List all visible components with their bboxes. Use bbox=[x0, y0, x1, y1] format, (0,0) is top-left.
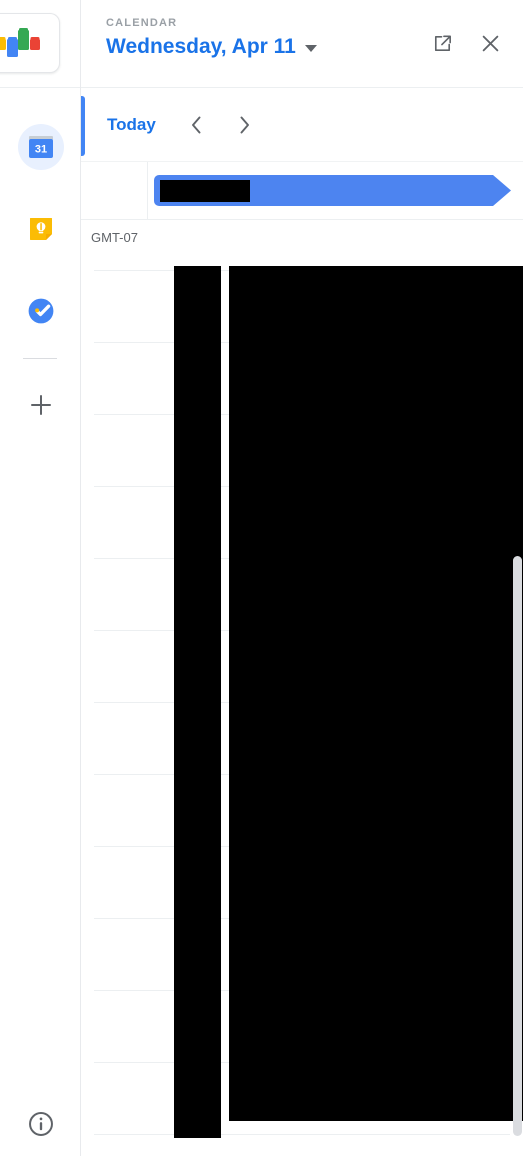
rail-item-tasks[interactable] bbox=[0, 270, 81, 352]
redacted-event-title bbox=[160, 180, 250, 202]
addons-blocks-icon bbox=[0, 28, 40, 57]
rail-logo-cell bbox=[0, 0, 80, 88]
header-text: CALENDAR Wednesday, Apr 11 bbox=[106, 14, 425, 60]
google-workspace-addons-logo bbox=[0, 13, 60, 73]
redacted-time-column bbox=[174, 266, 221, 1138]
calendar-badge: 31 bbox=[17, 124, 64, 170]
open-in-new-button[interactable] bbox=[425, 26, 459, 60]
calendar-side-panel: 31 CALENDAR Wednesday, Apr 11 Today GMT-… bbox=[0, 0, 523, 1156]
google-tasks-icon bbox=[28, 298, 53, 324]
timezone-row: GMT-07 bbox=[81, 220, 523, 256]
all-day-gutter bbox=[81, 162, 148, 219]
grid-scrollbar-thumb[interactable] bbox=[513, 556, 522, 1136]
day-grid[interactable] bbox=[81, 256, 523, 1156]
previous-day-button[interactable] bbox=[186, 112, 208, 138]
chevron-left-icon bbox=[192, 116, 201, 133]
panel-eyebrow: CALENDAR bbox=[106, 17, 178, 29]
tasks-badge bbox=[18, 288, 64, 334]
add-addon-button[interactable] bbox=[0, 359, 81, 451]
close-icon bbox=[482, 35, 498, 51]
nav-arrows bbox=[186, 112, 256, 138]
next-day-button[interactable] bbox=[234, 112, 256, 138]
addon-rail: 31 bbox=[0, 0, 81, 1156]
today-button[interactable]: Today bbox=[105, 109, 158, 141]
hour-gridline bbox=[94, 1134, 510, 1135]
page-title: Wednesday, Apr 11 bbox=[106, 35, 296, 58]
close-button[interactable] bbox=[473, 26, 507, 60]
info-icon bbox=[28, 1112, 53, 1136]
calendar-day-number: 31 bbox=[34, 144, 46, 156]
selection-indicator bbox=[81, 96, 85, 156]
all-day-event[interactable] bbox=[154, 175, 511, 206]
time-gutter bbox=[81, 256, 94, 1156]
chevron-right-icon bbox=[240, 116, 250, 133]
grid-scrollbar[interactable] bbox=[512, 256, 523, 1156]
panel-toolbar: Today bbox=[81, 88, 523, 162]
timezone-label: GMT-07 bbox=[91, 230, 138, 245]
rail-item-calendar[interactable]: 31 bbox=[0, 106, 81, 188]
open-in-new-icon bbox=[434, 34, 451, 51]
header-actions bbox=[425, 14, 507, 60]
chevron-down-icon bbox=[304, 45, 317, 52]
panel: CALENDAR Wednesday, Apr 11 Today GMT-07 bbox=[81, 0, 523, 1156]
keep-badge bbox=[18, 206, 64, 252]
panel-header: CALENDAR Wednesday, Apr 11 bbox=[81, 0, 523, 88]
rail-items: 31 bbox=[0, 88, 80, 451]
redacted-events-column bbox=[229, 266, 523, 1121]
all-day-band bbox=[81, 162, 523, 220]
google-calendar-icon: 31 bbox=[28, 136, 53, 158]
date-selector[interactable]: Wednesday, Apr 11 bbox=[106, 34, 425, 60]
info-button[interactable] bbox=[0, 1110, 81, 1138]
rail-item-keep[interactable] bbox=[0, 188, 81, 270]
google-keep-icon bbox=[29, 218, 52, 240]
plus-icon bbox=[30, 395, 51, 415]
